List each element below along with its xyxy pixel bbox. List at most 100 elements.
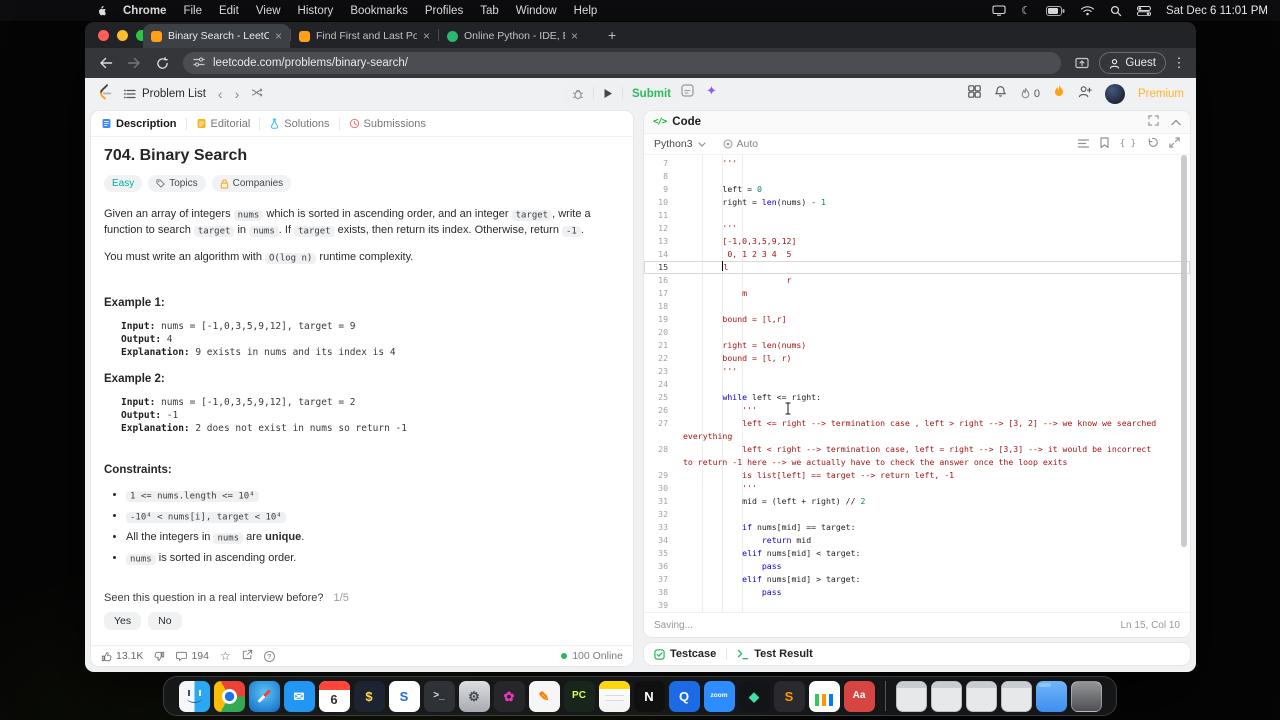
minimized-window-3[interactable] — [965, 680, 997, 712]
code-line-14[interactable]: 14 0, 1 2 3 4 5 — [644, 248, 1190, 261]
tab-editorial[interactable]: Editorial — [196, 118, 250, 130]
leetcode-logo[interactable] — [97, 83, 112, 105]
code-line-30[interactable]: 30 ''' — [644, 482, 1190, 495]
auto-toggle[interactable]: Auto — [722, 138, 758, 150]
safari-dock-icon[interactable] — [248, 680, 280, 712]
menubar-menu-edit[interactable]: Edit — [219, 5, 239, 17]
code-line-13[interactable]: 13 [-1,0,3,5,9,12] — [644, 235, 1190, 248]
code-line-12[interactable]: 12 ''' — [644, 222, 1190, 235]
browser-tab-3[interactable]: Online Python - IDE, Editor, C × — [439, 24, 586, 48]
menubar-menu-chrome[interactable]: Chrome — [123, 5, 166, 17]
tab-description[interactable]: Description — [101, 118, 177, 130]
settings-dock-icon[interactable]: ⚙ — [458, 680, 490, 712]
finder-dock-icon[interactable] — [178, 680, 210, 712]
code-line-18[interactable]: 18 — [644, 300, 1190, 313]
close-tab-icon[interactable]: × — [275, 30, 282, 42]
code-line-37[interactable]: 37 elif nums[mid] > target: — [644, 573, 1190, 586]
code-line-39[interactable]: 39 — [644, 599, 1190, 612]
run-button[interactable] — [594, 82, 622, 105]
close-tab-icon[interactable]: × — [571, 30, 578, 42]
random-problem-icon[interactable] — [251, 85, 264, 103]
menubar-menu-window[interactable]: Window — [516, 5, 557, 17]
stocks-dock-icon[interactable]: S — [388, 680, 420, 712]
tab-submissions[interactable]: Submissions — [349, 118, 426, 130]
submit-button[interactable]: Submit — [623, 82, 680, 105]
code-line-11[interactable]: 11 — [644, 209, 1190, 222]
pycharm-dock-icon[interactable]: PC — [563, 680, 595, 712]
chrome-dock-icon[interactable] — [213, 680, 245, 712]
code-line-21[interactable]: 21 right = len(nums) — [644, 339, 1190, 352]
share-screen-icon[interactable] — [1071, 52, 1093, 74]
user-avatar[interactable] — [1104, 83, 1125, 104]
bookmark-icon[interactable] — [1100, 135, 1109, 153]
code-line-25[interactable]: 25 while left <= right: — [644, 391, 1190, 404]
close-tab-icon[interactable]: × — [423, 30, 430, 42]
debug-button[interactable] — [563, 82, 593, 105]
cursor-position[interactable]: Ln 15, Col 10 — [1121, 620, 1181, 631]
next-problem-icon[interactable]: › — [235, 87, 240, 101]
minimized-window-1[interactable] — [895, 680, 927, 712]
notes-button[interactable] — [681, 84, 694, 97]
fullscreen-editor-icon[interactable] — [1169, 135, 1180, 153]
browser-tab-2[interactable]: Find First and Last Position o × — [291, 24, 438, 48]
ai-sparkle-icon[interactable]: ✦ — [706, 83, 717, 99]
code-line-31[interactable]: 31 mid = (left + right) // 2 — [644, 495, 1190, 508]
calendar-dock-icon[interactable]: 6 — [318, 680, 350, 712]
code-line-26[interactable]: 26 ''' — [644, 404, 1190, 417]
menubar-clock[interactable]: Sat Dec 6 11:01 PM — [1166, 5, 1268, 17]
forward-button[interactable] — [123, 52, 145, 74]
companies-badge[interactable]: Companies — [211, 175, 292, 192]
code-line-22[interactable]: 22 bound = [l, r) — [644, 352, 1190, 365]
charts-dock-icon[interactable] — [808, 680, 840, 712]
collapse-panel-icon[interactable] — [1171, 113, 1181, 131]
share-icon[interactable] — [242, 649, 253, 663]
q-app-dock-icon[interactable]: Q — [668, 680, 700, 712]
menubar-menu-tab[interactable]: Tab — [480, 5, 499, 17]
menubar-menu-help[interactable]: Help — [574, 5, 598, 17]
code-line-23[interactable]: 23 ''' — [644, 365, 1190, 378]
problem-list-button[interactable]: Problem List — [124, 88, 206, 100]
focus-moon-icon[interactable]: ☾ — [1021, 4, 1031, 17]
battery-icon[interactable] — [1045, 5, 1065, 16]
new-tab-button[interactable]: + — [608, 27, 616, 43]
code-line-35[interactable]: 35 elif nums[mid] < target: — [644, 547, 1190, 560]
topics-badge[interactable]: Topics — [148, 175, 206, 192]
code-line-32[interactable]: 32 — [644, 508, 1190, 521]
code-line-7[interactable]: 7 ''' — [644, 157, 1190, 170]
notion-dock-icon[interactable]: N — [633, 680, 665, 712]
editor-scrollbar[interactable] — [1181, 155, 1187, 547]
sublime-dock-icon[interactable]: S — [773, 680, 805, 712]
maximize-panel-icon[interactable] — [1148, 113, 1159, 131]
code-line-wrap[interactable]: to return -1 here --> we actually have t… — [644, 456, 1190, 469]
code-line-28[interactable]: 28 left < right --> termination case, le… — [644, 443, 1190, 456]
menubar-menu-history[interactable]: History — [298, 5, 334, 17]
pencil-editor-dock-icon[interactable]: ✎ — [528, 680, 560, 712]
tab-testcase[interactable]: Testcase — [654, 648, 716, 660]
display-icon[interactable] — [992, 5, 1006, 16]
panel-layout-icon[interactable] — [968, 84, 981, 103]
wifi-icon[interactable] — [1080, 5, 1095, 16]
code-line-9[interactable]: 9 left = 0 — [644, 183, 1190, 196]
survey-yes-button[interactable]: Yes — [104, 612, 142, 630]
notification-bell-icon[interactable] — [994, 85, 1007, 103]
code-line-34[interactable]: 34 return mid — [644, 534, 1190, 547]
like-button[interactable]: 13.1K — [101, 650, 143, 662]
code-line-38[interactable]: 38 pass — [644, 586, 1190, 599]
premium-link[interactable]: Premium — [1138, 88, 1184, 100]
spotlight-search-icon[interactable] — [1110, 5, 1122, 17]
difficulty-badge[interactable]: Easy — [104, 175, 143, 192]
browser-menu-icon[interactable]: ⋮ — [1172, 55, 1186, 71]
survey-no-button[interactable]: No — [148, 612, 182, 630]
mail-dock-icon[interactable]: ✉ — [283, 680, 315, 712]
tab-solutions[interactable]: Solutions — [269, 118, 330, 130]
address-bar[interactable]: leetcode.com/problems/binary-search/ — [183, 52, 1062, 74]
reset-code-icon[interactable] — [1147, 135, 1158, 153]
favorite-star-icon[interactable]: ☆ — [220, 650, 231, 662]
code-line-29[interactable]: 29 is list[left] == target --> return le… — [644, 469, 1190, 482]
zoom-dock-icon[interactable]: zoom — [703, 680, 735, 712]
browser-tab-1[interactable]: Binary Search - LeetCode × — [143, 24, 290, 48]
code-line-36[interactable]: 36 pass — [644, 560, 1190, 573]
minimized-window-2[interactable] — [930, 680, 962, 712]
menubar-menu-bookmarks[interactable]: Bookmarks — [350, 5, 408, 17]
minimize-window-button[interactable] — [117, 30, 128, 41]
